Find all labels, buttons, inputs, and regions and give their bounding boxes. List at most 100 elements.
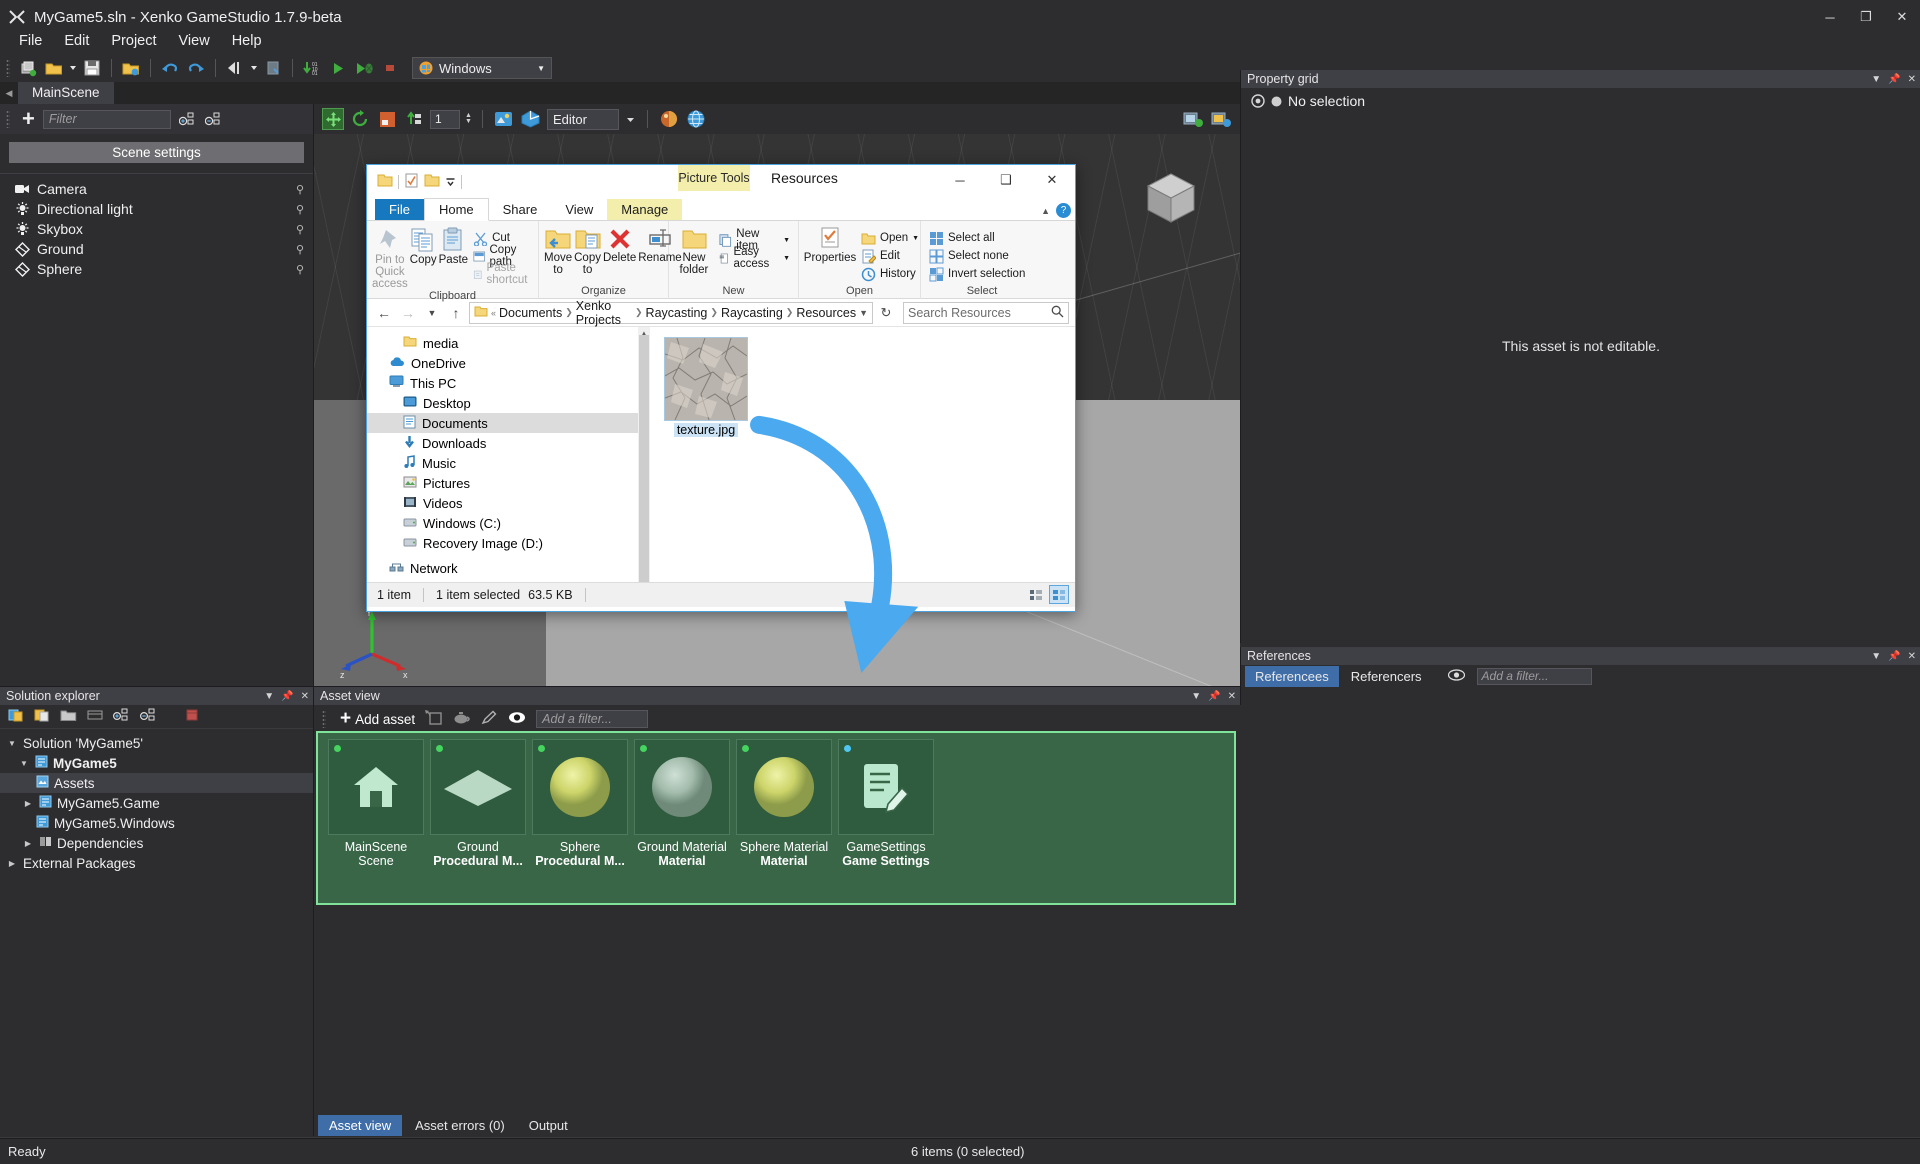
camera-preview-icon[interactable]	[1182, 108, 1204, 130]
menu-project[interactable]: Project	[100, 30, 167, 52]
snap-icon[interactable]	[403, 108, 425, 130]
tab-mainscene[interactable]: MainScene	[18, 82, 114, 104]
caret-icon[interactable]: ▼	[6, 739, 18, 748]
panel-close-icon[interactable]: ✕	[1228, 691, 1236, 702]
file-explorer-window[interactable]: Picture Tools Resources ─ ❑ ✕ File Home …	[366, 164, 1076, 612]
translate-tool-icon[interactable]	[322, 108, 344, 130]
breadcrumb-xenko-projects[interactable]: Xenko Projects	[576, 299, 632, 327]
search-input[interactable]: Search Resources	[903, 301, 1069, 324]
pin-icon[interactable]: ⚲	[296, 183, 304, 196]
expand-all-icon[interactable]	[179, 110, 197, 128]
paste-button[interactable]: Paste	[439, 225, 468, 266]
folder-icon[interactable]	[60, 708, 77, 726]
viewport-settings-icon[interactable]	[1210, 108, 1232, 130]
scene-node-ground[interactable]: Ground ⚲	[0, 239, 313, 259]
build-icon[interactable]	[223, 56, 247, 80]
nav-item-recovery-image-d[interactable]: Recovery Image (D:)	[367, 533, 650, 553]
qat-dropdown-icon[interactable]	[445, 174, 456, 191]
panel-menu-icon[interactable]: ▼	[264, 691, 274, 702]
asset-item-gamesettings[interactable]: GameSettings Game Settings	[836, 739, 936, 873]
menu-file[interactable]: File	[8, 30, 53, 52]
tab-referencees[interactable]: Referencees	[1245, 665, 1339, 687]
snap-value-input[interactable]: 1	[430, 109, 460, 129]
panel-pin-icon[interactable]: 📌	[281, 691, 293, 702]
package-icon[interactable]	[185, 708, 199, 726]
breadcrumb-overflow[interactable]: «	[491, 308, 496, 318]
large-icons-view-button[interactable]	[1049, 585, 1069, 604]
nav-item-documents[interactable]: Documents	[367, 413, 650, 433]
nav-item-desktop[interactable]: Desktop	[367, 393, 650, 413]
globe-icon[interactable]	[685, 108, 707, 130]
pin-icon[interactable]: ⚲	[296, 223, 304, 236]
help-icon[interactable]: ?	[1056, 203, 1071, 218]
breadcrumb[interactable]: « Documents ❯ Xenko Projects ❯ Raycastin…	[469, 299, 873, 327]
solution-row-dependencies[interactable]: ▶ Dependencies	[0, 833, 313, 853]
easy-access-button[interactable]: Easy access ▼	[716, 246, 793, 270]
panel-pin-icon[interactable]: 📌	[1888, 74, 1900, 85]
nav-item-music[interactable]: Music	[367, 453, 650, 473]
breadcrumb-raycasting-2[interactable]: Raycasting	[721, 306, 783, 320]
breadcrumb-raycasting[interactable]: Raycasting	[646, 306, 708, 320]
view-orientation-cube[interactable]	[1140, 170, 1202, 226]
panel-close-icon[interactable]: ✕	[1908, 651, 1916, 662]
breadcrumb-resources[interactable]: Resources	[796, 306, 856, 320]
file-list-pane[interactable]: texture.jpg	[650, 327, 1075, 607]
panel-menu-icon[interactable]: ▼	[1871, 74, 1881, 85]
collapse-all-icon[interactable]	[139, 708, 157, 726]
navigation-icon[interactable]	[520, 108, 542, 130]
recent-locations-button[interactable]: ▼	[421, 302, 443, 324]
move-to-button[interactable]: Move to	[544, 225, 572, 276]
new-folder-button[interactable]: New folder	[674, 225, 714, 276]
delete-button[interactable]: Delete	[603, 225, 636, 264]
nav-item-onedrive[interactable]: OneDrive	[367, 353, 650, 373]
panel-menu-icon[interactable]: ▼	[1191, 691, 1201, 702]
open-project-icon[interactable]	[42, 56, 66, 80]
tab-asset-view[interactable]: Asset view	[318, 1114, 403, 1136]
scene-node-skybox[interactable]: Skybox ⚲	[0, 219, 313, 239]
deploy-icon[interactable]: 01 10 01	[300, 56, 324, 80]
eye-icon[interactable]	[1447, 668, 1465, 685]
scale-tool-icon[interactable]	[376, 108, 398, 130]
menu-edit[interactable]: Edit	[53, 30, 100, 52]
pin-icon[interactable]: ⚲	[296, 243, 304, 256]
asset-item-sphere-material[interactable]: Sphere Material Material	[734, 739, 834, 873]
debug-icon[interactable]	[352, 56, 376, 80]
explorer-maximize-button[interactable]: ❑	[983, 165, 1029, 195]
reimport-icon[interactable]	[425, 709, 442, 729]
new-project-icon[interactable]	[16, 56, 40, 80]
caret-icon[interactable]: ▶	[6, 859, 18, 868]
tab-output[interactable]: Output	[518, 1115, 579, 1136]
collapse-ribbon-icon[interactable]: ▲	[1041, 206, 1050, 216]
open-dropdown-icon[interactable]	[68, 56, 78, 80]
snap-value-stepper[interactable]: ▲ ▼	[465, 112, 472, 125]
asset-item-ground-material[interactable]: Ground Material Material	[632, 739, 732, 873]
panel-close-icon[interactable]: ✕	[301, 691, 309, 702]
solution-row-mygame5-game[interactable]: ▶ MyGame5.Game	[0, 793, 313, 813]
open-project-icon[interactable]	[34, 708, 50, 726]
references-filter-input[interactable]: Add a filter...	[1476, 667, 1592, 685]
eye-icon[interactable]	[508, 711, 526, 728]
explorer-minimize-button[interactable]: ─	[937, 165, 983, 195]
redo-icon[interactable]	[184, 56, 208, 80]
viewport-mode-dropdown-icon[interactable]	[624, 108, 637, 130]
list-icon[interactable]	[87, 708, 103, 725]
copy-button[interactable]: Copy	[410, 225, 437, 266]
open-button[interactable]: Open ▼	[858, 229, 922, 247]
asset-grid[interactable]: MainScene Scene Ground Procedural M... S…	[316, 731, 1236, 905]
properties-button[interactable]: Properties	[804, 225, 856, 264]
pin-to-quick-access-button[interactable]: Pin to Quick access	[372, 225, 408, 290]
back-button[interactable]: ←	[373, 302, 395, 324]
solution-row-mygame5[interactable]: ▼ MyGame5	[0, 753, 313, 773]
details-view-button[interactable]	[1026, 585, 1046, 604]
build-dropdown-icon[interactable]	[249, 56, 259, 80]
teapot-icon[interactable]	[452, 710, 471, 729]
caret-icon[interactable]: ▼	[18, 759, 30, 768]
scene-node-sphere[interactable]: Sphere ⚲	[0, 259, 313, 279]
asset-item-mainscene[interactable]: MainScene Scene	[326, 739, 426, 873]
copy-to-button[interactable]: Copy to	[574, 225, 601, 276]
nav-item-media[interactable]: media	[367, 333, 650, 353]
invert-selection-button[interactable]: Invert selection	[926, 265, 1028, 283]
nav-item-network[interactable]: Network	[367, 558, 650, 578]
solution-row-assets[interactable]: Assets	[0, 773, 313, 793]
nav-item-windows-c[interactable]: Windows (C:)	[367, 513, 650, 533]
